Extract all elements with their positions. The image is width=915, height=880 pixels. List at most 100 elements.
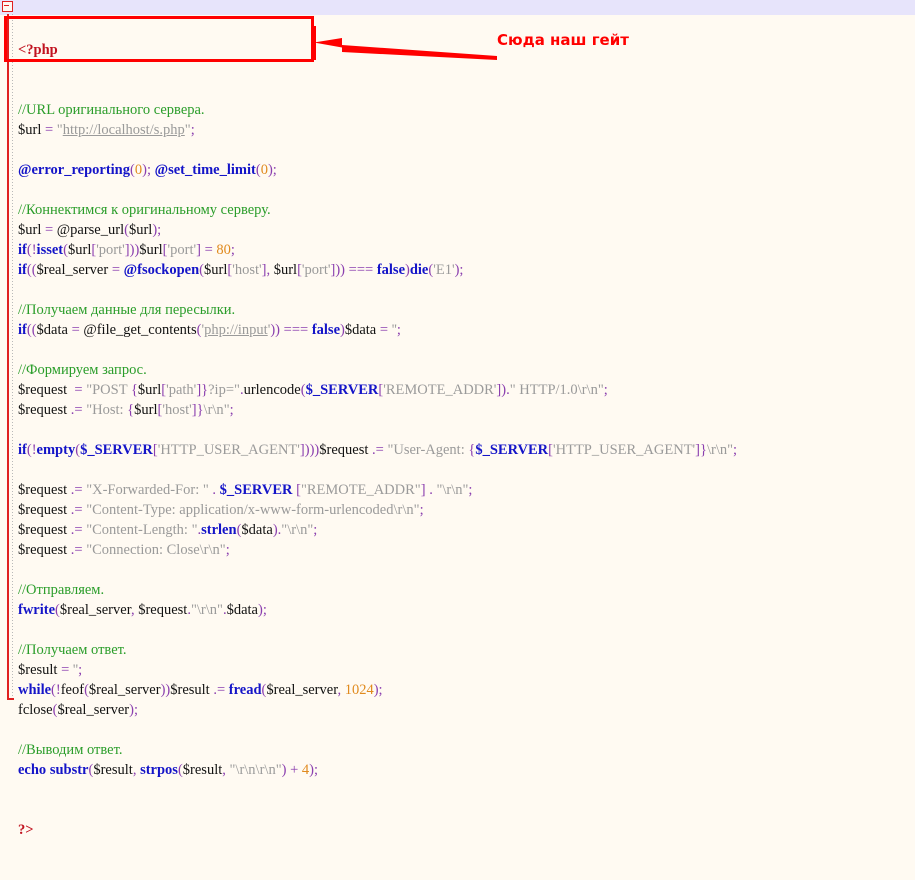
code-token: ; bbox=[78, 662, 83, 678]
code-token: ; bbox=[313, 522, 318, 538]
code-token: @parse_url bbox=[56, 222, 125, 238]
code-token: //Выводим ответ. bbox=[18, 742, 123, 758]
code-token: //Формируем запрос. bbox=[18, 362, 147, 378]
indent-guide-line bbox=[12, 14, 13, 700]
code-token: ; bbox=[225, 542, 230, 558]
code-token: \r\n bbox=[203, 402, 224, 418]
code-fold-rail[interactable] bbox=[7, 14, 9, 700]
code-line: $request .= "X-Forwarded-For: " . $_SERV… bbox=[18, 480, 737, 500]
code-text[interactable]: <?php //URL оригинального сервера. $url =… bbox=[18, 0, 737, 880]
code-token: } bbox=[700, 442, 707, 458]
code-token: = bbox=[44, 222, 54, 238]
code-token: Content-Length: bbox=[92, 522, 192, 538]
code-token: 4 bbox=[301, 762, 310, 778]
code-token: //Получаем ответ. bbox=[18, 642, 127, 658]
code-token: ; bbox=[733, 442, 738, 458]
code-token: 'host' bbox=[162, 402, 192, 418]
code-token: 'host' bbox=[232, 262, 262, 278]
code-token: //Коннектимся к оригинальному серверу. bbox=[18, 202, 271, 218]
code-token: if bbox=[18, 442, 27, 458]
code-token: 0 bbox=[134, 162, 143, 178]
code-token: substr bbox=[49, 762, 89, 778]
code-token: fwrite bbox=[18, 602, 56, 618]
code-token: @error_reporting bbox=[18, 162, 130, 178]
annotation-arrow-icon bbox=[313, 26, 497, 60]
code-token: //Получаем данные для пересылки. bbox=[18, 302, 236, 318]
code-token: \r\n\r\n bbox=[235, 762, 276, 778]
code-token: strpos bbox=[140, 762, 178, 778]
code-token: = bbox=[74, 382, 83, 398]
code-token: 'port' bbox=[301, 262, 331, 278]
code-token: + bbox=[290, 762, 299, 778]
code-token: )) bbox=[270, 322, 281, 338]
code-token: \r\n bbox=[706, 442, 728, 458]
code-editor-pane[interactable]: <?php //URL оригинального сервера. $url =… bbox=[0, 0, 915, 838]
code-token: 'port' bbox=[96, 242, 125, 258]
code-line-list: //URL оригинального сервера. $url = "http… bbox=[18, 100, 737, 780]
code-token: POST bbox=[92, 382, 131, 398]
code-token: false bbox=[311, 322, 340, 338]
code-token: 'E1' bbox=[433, 262, 455, 278]
code-token: .= bbox=[70, 482, 83, 498]
code-token: //Отправляем. bbox=[18, 582, 105, 598]
code-token: \r\n bbox=[442, 482, 463, 498]
code-line: //Получаем данные для пересылки. bbox=[18, 300, 737, 320]
code-token: Connection: Close bbox=[92, 542, 200, 558]
code-token: ; bbox=[230, 242, 235, 258]
code-token: $url bbox=[137, 382, 162, 398]
code-line: fwrite($real_server, $request."\r\n".$da… bbox=[18, 600, 737, 620]
code-token: $_SERVER bbox=[80, 442, 153, 458]
code-token: = bbox=[111, 262, 120, 278]
code-token: \r\n bbox=[287, 522, 308, 538]
code-token: = bbox=[44, 122, 54, 138]
code-token: strlen bbox=[201, 522, 237, 538]
code-token: if bbox=[18, 262, 27, 278]
code-line: $request = "POST {$url['path']}?ip=".url… bbox=[18, 380, 737, 400]
code-token: = bbox=[204, 242, 213, 258]
code-line: if(!empty($_SERVER['HTTP_USER_AGENT'])))… bbox=[18, 440, 737, 460]
code-token: fread bbox=[228, 682, 262, 698]
code-token: 80 bbox=[216, 242, 231, 258]
fold-collapse-icon[interactable] bbox=[2, 1, 13, 12]
code-token: http://localhost/s.php bbox=[62, 122, 185, 138]
code-token: $request bbox=[319, 442, 369, 458]
code-token: ; bbox=[468, 482, 473, 498]
code-token: if bbox=[18, 242, 27, 258]
code-token: "REMOTE_ADDR" bbox=[300, 482, 421, 498]
code-token: .= bbox=[70, 502, 83, 518]
code-token: die bbox=[409, 262, 429, 278]
code-token: ; bbox=[314, 762, 319, 778]
code-token: 'HTTP_USER_AGENT' bbox=[553, 442, 696, 458]
code-token: 'HTTP_USER_AGENT' bbox=[157, 442, 300, 458]
code-line: //Отправляем. bbox=[18, 580, 737, 600]
code-line: //Формируем запрос. bbox=[18, 360, 737, 380]
code-token: $url bbox=[18, 222, 42, 238]
code-token: empty bbox=[36, 442, 76, 458]
code-line: $request .= "Content-Type: application/x… bbox=[18, 500, 737, 520]
code-line: while(!feof($real_server))$result .= fre… bbox=[18, 680, 737, 700]
code-token: Host: bbox=[92, 402, 128, 418]
code-token: \r\n bbox=[393, 502, 414, 518]
code-line: echo substr($result, strpos($result, "\r… bbox=[18, 760, 737, 780]
code-token: \r\n bbox=[577, 382, 598, 398]
code-token: Content-Type: application/x-www-form-url… bbox=[92, 502, 394, 518]
code-token: .= bbox=[70, 402, 83, 418]
code-token: $real_server bbox=[57, 702, 130, 718]
code-token: ; bbox=[133, 702, 138, 718]
code-token: $_SERVER bbox=[305, 382, 379, 398]
code-line: $request .= "Connection: Close\r\n"; bbox=[18, 540, 737, 560]
code-token: HTTP/1.0 bbox=[515, 382, 578, 398]
code-token: $request bbox=[138, 602, 188, 618]
code-token: @set_time_limit bbox=[154, 162, 256, 178]
code-token: 0 bbox=[260, 162, 268, 178]
code-token: = bbox=[71, 322, 80, 338]
code-token: .= bbox=[213, 682, 226, 698]
code-token: while bbox=[18, 682, 52, 698]
code-token: false bbox=[376, 262, 405, 278]
